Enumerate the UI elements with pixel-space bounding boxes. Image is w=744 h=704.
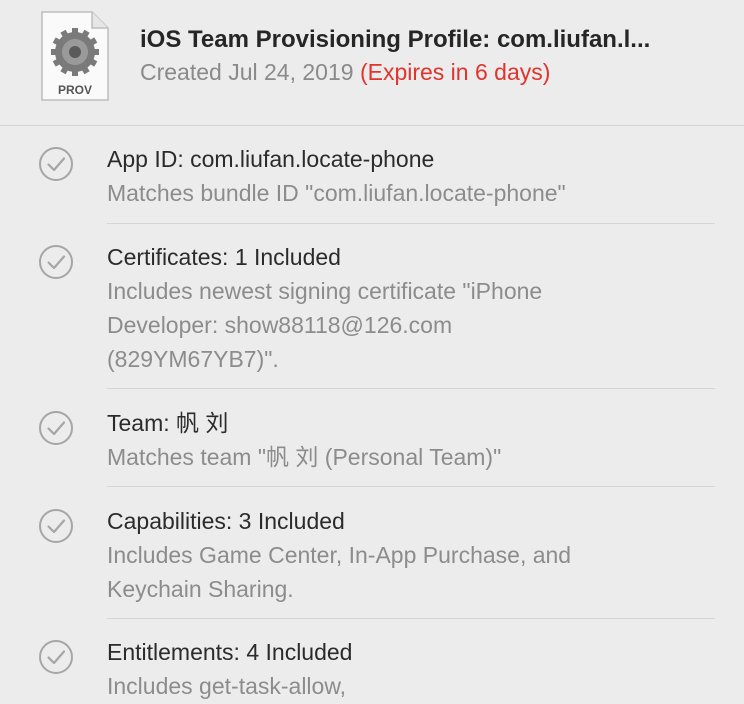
item-heading: Team: 帆 刘 — [107, 410, 229, 436]
divider — [107, 618, 715, 619]
item-detail: Matches bundle ID "com.liufan.locate-pho… — [107, 180, 566, 206]
item-heading: Capabilities: 3 Included — [107, 508, 345, 534]
item-heading: Certificates: 1 Included — [107, 244, 341, 270]
divider — [107, 388, 715, 389]
item-heading: Entitlements: 4 Included — [107, 639, 353, 665]
file-type-label: PROV — [58, 83, 92, 97]
checkmark-circle-icon — [39, 640, 73, 674]
item-text: Team: 帆 刘 Matches team "帆 刘 (Personal Te… — [107, 406, 707, 474]
created-date: Created Jul 24, 2019 — [140, 59, 354, 85]
item-detail: Includes newest signing certificate "iPh… — [107, 278, 543, 372]
item-text: Capabilities: 3 Included Includes Game C… — [107, 504, 707, 606]
divider — [107, 223, 715, 224]
checkmark-circle-icon — [39, 411, 73, 445]
item-detail: Includes get-task-allow, — [107, 673, 347, 699]
provisioning-profile-file-icon: PROV — [41, 11, 109, 101]
item-text: Certificates: 1 Included Includes newest… — [107, 240, 707, 376]
profile-header: PROV iOS Team Provisioning Profile: com.… — [0, 0, 744, 126]
divider — [107, 486, 715, 487]
item-text: App ID: com.liufan.locate-phone Matches … — [107, 142, 707, 210]
checkmark-circle-icon — [39, 509, 73, 543]
item-detail: Includes Game Center, In-App Purchase, a… — [107, 542, 572, 602]
item-heading: App ID: com.liufan.locate-phone — [107, 146, 435, 172]
profile-dates: Created Jul 24, 2019 (Expires in 6 days) — [140, 59, 550, 86]
expiration-warning: (Expires in 6 days) — [359, 59, 551, 85]
item-text: Entitlements: 4 Included Includes get-ta… — [107, 635, 707, 703]
item-detail: Matches team "帆 刘 (Personal Team)" — [107, 444, 502, 470]
checkmark-circle-icon — [39, 147, 73, 181]
checkmark-circle-icon — [39, 245, 73, 279]
profile-title: iOS Team Provisioning Profile: com.liufa… — [140, 26, 651, 53]
